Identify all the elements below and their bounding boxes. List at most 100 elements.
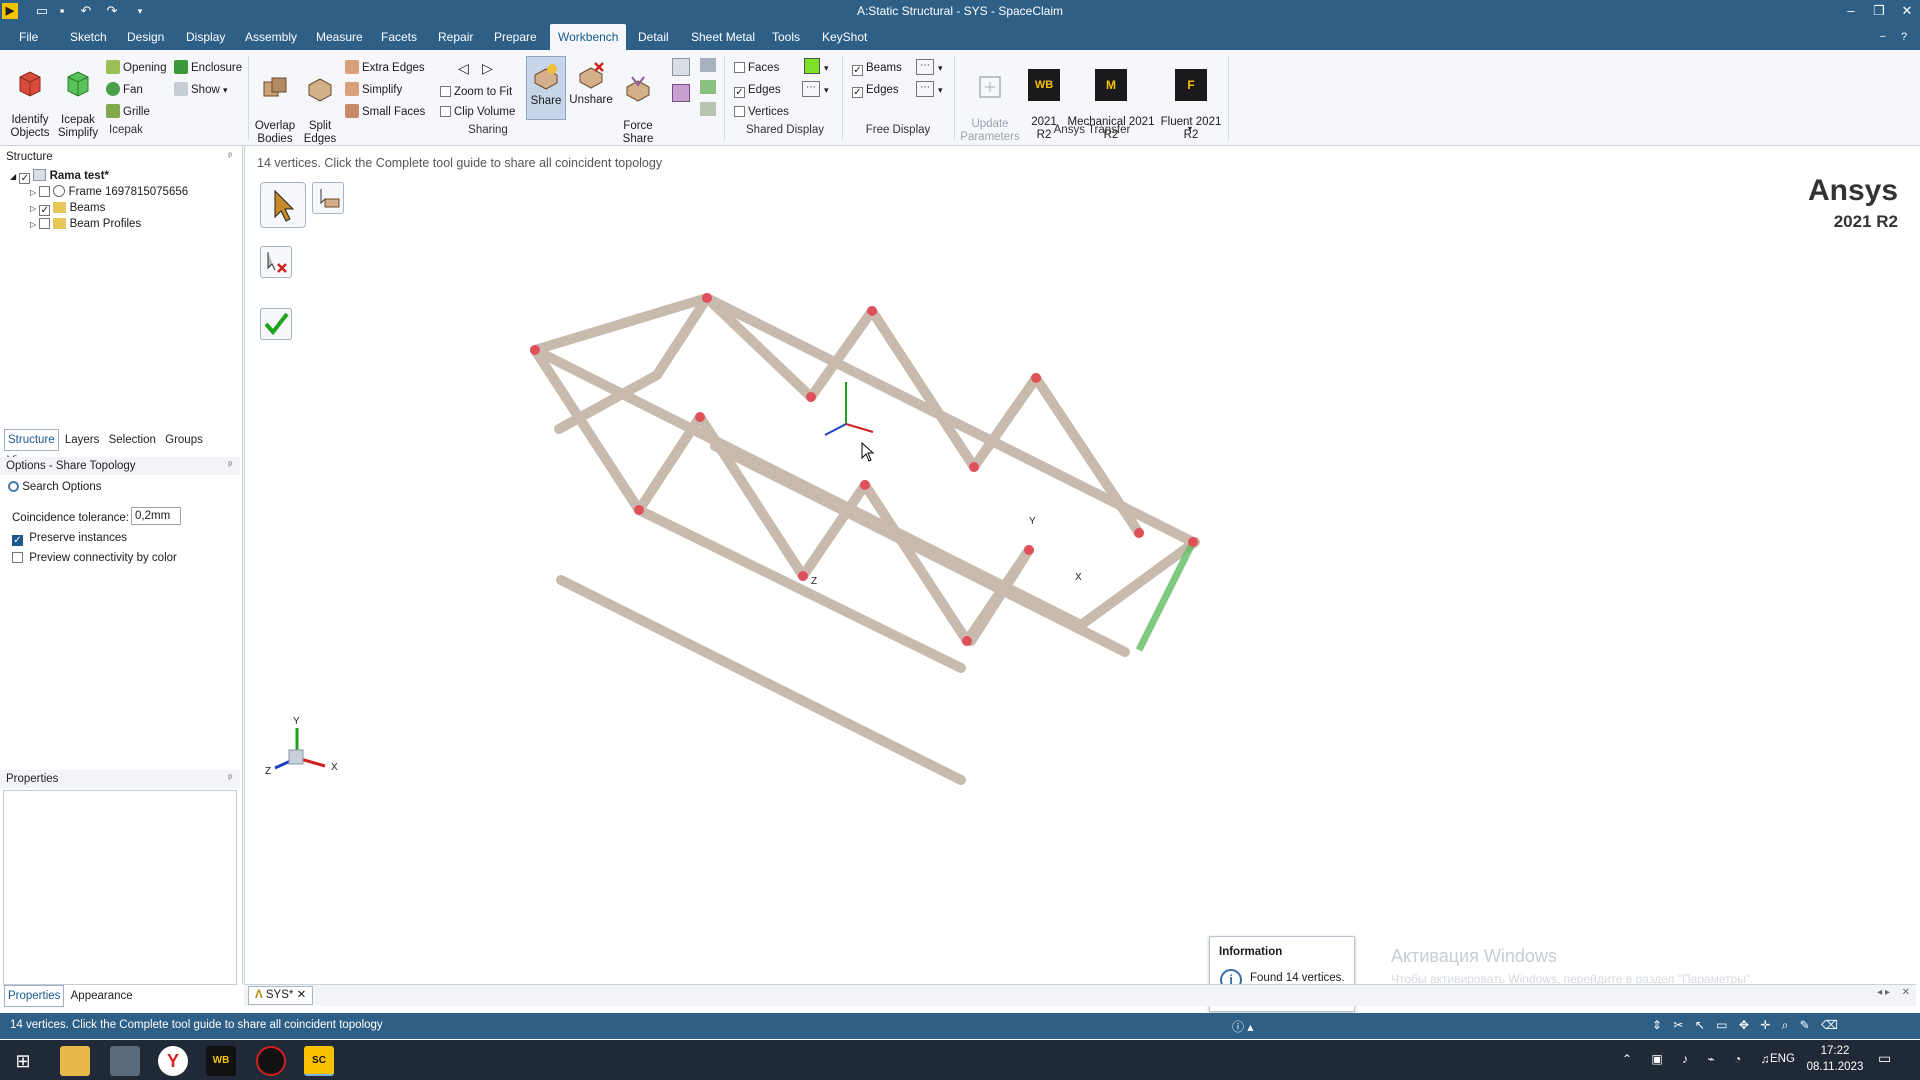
beams-box[interactable]: ✓: [852, 65, 863, 76]
shared-edges-dropdown-icon[interactable]: ▾: [824, 81, 829, 99]
enclosure-button[interactable]: Enclosure: [174, 59, 242, 77]
faces-color-dropdown-icon[interactable]: ▾: [824, 59, 829, 77]
faces-box[interactable]: [734, 62, 745, 73]
shared-edges-box[interactable]: ✓: [734, 87, 745, 98]
document-tab-sys[interactable]: Λ SYS* ✕: [248, 986, 314, 1005]
root-checkbox[interactable]: ✓: [19, 173, 31, 184]
frame-model[interactable]: [245, 146, 1917, 984]
menu-assembly[interactable]: Assembly: [237, 24, 305, 50]
yandex-browser-icon[interactable]: Y: [158, 1046, 188, 1076]
fluent-dropdown-icon[interactable]: ▾: [1188, 120, 1192, 138]
free-edges-checkbox[interactable]: ✓ Edges: [852, 81, 899, 99]
tolerance-input[interactable]: 0,2mm: [131, 507, 181, 525]
menu-display[interactable]: Display: [178, 24, 233, 50]
tree-view-icon[interactable]: [672, 58, 690, 76]
preview-connectivity-box[interactable]: [12, 552, 23, 563]
menu-detail[interactable]: Detail: [630, 24, 677, 50]
clip-volume-checkbox[interactable]: Clip Volume: [440, 103, 515, 121]
ribbon-collapse-icon[interactable]: –: [1872, 24, 1894, 50]
share-button[interactable]: Share: [526, 56, 566, 120]
tree-item-beams[interactable]: ▷ ✓ Beams: [30, 200, 105, 216]
tab-appearance[interactable]: Appearance: [68, 986, 136, 1006]
identify-objects-button[interactable]: Identify Objects: [4, 54, 56, 140]
menu-design[interactable]: Design: [119, 24, 172, 50]
tab-groups[interactable]: Groups: [162, 430, 206, 450]
file-explorer-icon[interactable]: [60, 1046, 90, 1076]
opening-button[interactable]: Opening: [106, 59, 166, 77]
menu-sketch[interactable]: Sketch: [62, 24, 115, 50]
small-tool-icon-1[interactable]: [700, 58, 716, 72]
force-share-button[interactable]: Force Share: [616, 60, 660, 146]
preserve-instances-box[interactable]: ✓: [12, 535, 23, 546]
free-edges-dropdown-icon[interactable]: ▾: [938, 81, 943, 99]
small-faces-button[interactable]: Small Faces: [345, 103, 425, 121]
menu-file[interactable]: File: [11, 24, 46, 50]
next-icon[interactable]: ▷: [482, 59, 493, 77]
previous-icon[interactable]: ◁: [458, 59, 469, 77]
restore-icon[interactable]: ❐: [1866, 0, 1892, 22]
tab-selection[interactable]: Selection: [106, 430, 159, 450]
small-tool-icon-3[interactable]: [700, 102, 716, 116]
menu-sheet-metal[interactable]: Sheet Metal: [683, 24, 763, 50]
tab-layers[interactable]: Layers: [62, 430, 103, 450]
clip-volume-box[interactable]: [440, 106, 451, 117]
menu-keyshot[interactable]: KeyShot: [814, 24, 875, 50]
tree-item-beam-profiles[interactable]: ▷ Beam Profiles: [30, 216, 141, 232]
icepak-simplify-button[interactable]: Icepak Simplify: [52, 54, 104, 140]
tree-root[interactable]: ◢ ✓ Rama test*: [10, 168, 109, 184]
menu-repair[interactable]: Repair: [430, 24, 481, 50]
close-icon[interactable]: ✕: [1894, 0, 1920, 22]
show-button[interactable]: Show ▾: [174, 81, 228, 99]
tab-scroll-icon[interactable]: ◂ ▸: [1877, 987, 1890, 998]
frame-checkbox[interactable]: [39, 186, 51, 197]
grille-button[interactable]: Grille: [106, 103, 150, 121]
vertices-box[interactable]: [734, 106, 745, 117]
windows-start-icon[interactable]: ⊞: [8, 1046, 38, 1076]
fan-button[interactable]: Fan: [106, 81, 143, 99]
pin-icon[interactable]: ᵖ: [228, 148, 232, 166]
preview-connectivity-checkbox[interactable]: Preview connectivity by color: [12, 550, 177, 566]
clock-time[interactable]: 17:22: [1805, 1045, 1865, 1057]
shared-edges-style-icon[interactable]: ⋯: [802, 81, 820, 97]
spaceclaim-taskbar-icon[interactable]: SC: [304, 1046, 334, 1076]
pin-icon[interactable]: ᵖ: [228, 770, 232, 788]
zoom-to-fit-box[interactable]: [440, 86, 451, 97]
faces-color-swatch[interactable]: [804, 58, 820, 74]
overlap-bodies-button[interactable]: Overlap Bodies: [252, 60, 298, 146]
expand-icon[interactable]: ▷: [30, 204, 36, 213]
small-tool-icon-2[interactable]: [700, 80, 716, 94]
zoom-to-fit-checkbox[interactable]: Zoom to Fit: [440, 83, 512, 101]
free-edges-box[interactable]: ✓: [852, 87, 863, 98]
recording-app-icon[interactable]: [256, 1046, 286, 1076]
clock-date[interactable]: 08.11.2023: [1805, 1061, 1865, 1073]
tab-properties[interactable]: Properties: [4, 985, 65, 1007]
viewport[interactable]: 14 vertices. Click the Complete tool gui…: [244, 146, 1917, 1012]
workbench-taskbar-icon[interactable]: WB: [206, 1046, 236, 1076]
update-parameters-button[interactable]: Update Parameters: [960, 58, 1020, 144]
free-edges-style-icon[interactable]: ⋯: [916, 81, 934, 97]
body-color-icon[interactable]: [672, 84, 690, 102]
pin-icon[interactable]: ᵖ: [228, 457, 232, 475]
system-tray-icons[interactable]: ⌃ ▣ ♪ ⌁ ◔ ♫: [1622, 1052, 1778, 1066]
unshare-button[interactable]: Unshare: [568, 60, 614, 107]
status-tools-icon[interactable]: ⇕ ✂ ↖ ▭ ✥ ✛ ⌕ ✎ ⌫: [1652, 1018, 1842, 1033]
beams-dropdown-icon[interactable]: ▾: [938, 59, 943, 77]
faces-checkbox[interactable]: Faces: [734, 59, 779, 77]
shared-edges-checkbox[interactable]: ✓ Edges: [734, 81, 781, 99]
beams-tree-checkbox[interactable]: ✓: [39, 205, 51, 216]
extra-edges-button[interactable]: Extra Edges: [345, 59, 425, 77]
split-edges-button[interactable]: Split Edges: [298, 60, 342, 146]
menu-facets[interactable]: Facets: [373, 24, 425, 50]
minimize-icon[interactable]: –: [1838, 0, 1864, 22]
tree-item-frame[interactable]: ▷ Frame 1697815075656: [30, 184, 188, 200]
notification-center-icon[interactable]: ▭: [1878, 1050, 1891, 1067]
status-info-icon[interactable]: ⓘ ▴: [1232, 1018, 1253, 1035]
menu-measure[interactable]: Measure: [308, 24, 371, 50]
menu-workbench[interactable]: Workbench: [550, 24, 627, 50]
tab-structure[interactable]: Structure: [4, 429, 59, 451]
menu-tools[interactable]: Tools: [764, 24, 808, 50]
expand-icon[interactable]: ▷: [30, 188, 36, 197]
close-all-tabs-icon[interactable]: ✕: [1902, 987, 1910, 998]
close-tab-icon[interactable]: ✕: [297, 989, 307, 1001]
beam-profiles-checkbox[interactable]: [39, 218, 51, 229]
